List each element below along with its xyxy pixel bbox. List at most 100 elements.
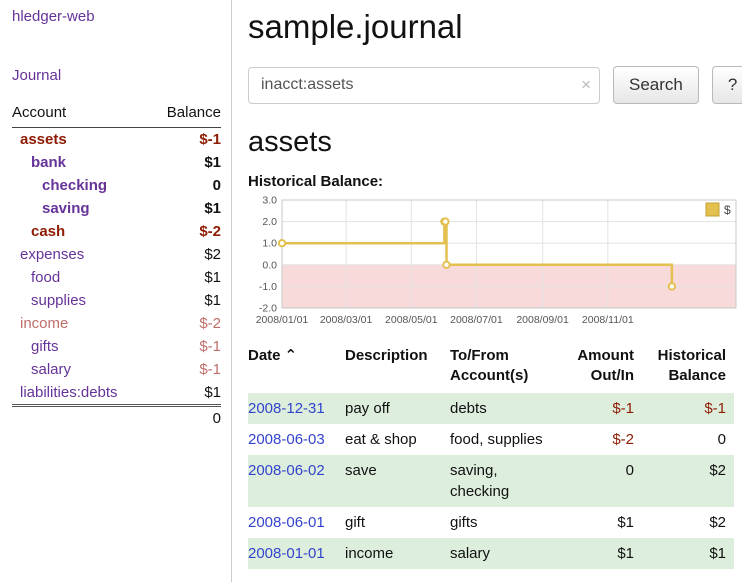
historical-balance-chart: 3.02.01.00.0-1.0-2.02008/01/012008/03/01… bbox=[248, 192, 742, 332]
search-box: × bbox=[248, 67, 600, 104]
svg-text:-2.0: -2.0 bbox=[259, 303, 277, 315]
register-row: 2008-06-02 savesaving, checking0$2 bbox=[248, 455, 734, 507]
account-link[interactable]: expenses bbox=[20, 246, 84, 263]
transaction-accounts: salary bbox=[450, 538, 560, 569]
account-row: supplies $1 bbox=[12, 289, 221, 312]
total-balance: 0 bbox=[150, 406, 221, 431]
transaction-date-link[interactable]: 2008-06-01 bbox=[248, 514, 325, 531]
search-input[interactable] bbox=[248, 67, 600, 104]
account-row: saving$1 bbox=[12, 197, 221, 220]
account-link[interactable]: liabilities:debts bbox=[20, 384, 118, 401]
transaction-date-cell: 2008-06-02 bbox=[248, 455, 345, 507]
account-link[interactable]: bank bbox=[31, 154, 66, 171]
transaction-date-cell: 2008-12-31 bbox=[248, 393, 345, 424]
transaction-balance: $-1 bbox=[642, 393, 734, 424]
clear-search-icon[interactable]: × bbox=[581, 75, 591, 95]
account-balance: $2 bbox=[150, 243, 221, 266]
transaction-description: income bbox=[345, 538, 450, 569]
transaction-balance: $1 bbox=[642, 538, 734, 569]
account-row: checking 0 bbox=[12, 174, 221, 197]
transaction-accounts: food, supplies bbox=[450, 424, 560, 455]
register-column-header[interactable]: Date⌃ bbox=[248, 342, 345, 393]
register-column-header: Description bbox=[345, 342, 450, 393]
help-button[interactable]: ? bbox=[712, 66, 742, 104]
account-tree-header: Account Balance bbox=[12, 100, 221, 128]
register-header-row: Date⌃DescriptionTo/From Account(s)Amount… bbox=[248, 342, 734, 393]
transaction-date-cell: 2008-01-01 bbox=[248, 538, 345, 569]
account-link[interactable]: cash bbox=[31, 223, 65, 240]
app-title-link[interactable]: hledger-web bbox=[12, 8, 221, 25]
transaction-description: eat & shop bbox=[345, 424, 450, 455]
account-balance: $1 bbox=[150, 289, 221, 312]
transaction-date-link[interactable]: 2008-12-31 bbox=[248, 400, 325, 417]
account-link[interactable]: assets bbox=[20, 131, 67, 148]
account-link[interactable]: gifts bbox=[31, 338, 59, 355]
svg-text:3.0: 3.0 bbox=[262, 195, 277, 207]
account-cell: assets bbox=[12, 128, 150, 152]
svg-text:2008/09/01: 2008/09/01 bbox=[516, 314, 569, 326]
svg-text:2008/05/01: 2008/05/01 bbox=[385, 314, 438, 326]
balance-column-header: Balance bbox=[150, 100, 221, 128]
account-link[interactable]: saving bbox=[42, 200, 90, 217]
account-cell: saving bbox=[12, 197, 150, 220]
transaction-accounts: saving, checking bbox=[450, 455, 560, 507]
transaction-balance: $2 bbox=[642, 507, 734, 538]
chart-title: Historical Balance: bbox=[248, 173, 742, 190]
account-balance: 0 bbox=[150, 174, 221, 197]
account-row: assets$-1 bbox=[12, 128, 221, 152]
account-tree-body: assets$-1bank$1checking0saving$1cash$-2e… bbox=[12, 128, 221, 406]
svg-text:-1.0: -1.0 bbox=[259, 281, 277, 293]
total-spacer bbox=[12, 406, 150, 431]
account-cell: expenses bbox=[12, 243, 150, 266]
svg-text:2008/01/01: 2008/01/01 bbox=[256, 314, 309, 326]
transaction-amount: $-1 bbox=[560, 393, 642, 424]
svg-text:2008/07/01: 2008/07/01 bbox=[450, 314, 503, 326]
register-row: 2008-12-31pay offdebts$-1$-1 bbox=[248, 393, 734, 424]
account-link[interactable]: salary bbox=[31, 361, 71, 378]
app-layout: hledger-web Journal Account Balance asse… bbox=[0, 0, 742, 582]
account-column-header: Account bbox=[12, 100, 150, 128]
register-column-header: Amount Out/In bbox=[560, 342, 642, 393]
account-link[interactable]: checking bbox=[42, 177, 107, 194]
transaction-amount: $1 bbox=[560, 538, 642, 569]
account-row: gifts$-1 bbox=[12, 335, 221, 358]
account-row: cash$-2 bbox=[12, 220, 221, 243]
transaction-amount: 0 bbox=[560, 455, 642, 507]
sort-ascending-icon[interactable]: ⌃ bbox=[285, 347, 298, 364]
account-cell: bank bbox=[12, 151, 150, 174]
account-row: liabilities:debts $1 bbox=[12, 381, 221, 406]
transaction-date-link[interactable]: 2008-06-02 bbox=[248, 462, 325, 479]
sidebar: hledger-web Journal Account Balance asse… bbox=[0, 0, 232, 582]
transaction-balance: $2 bbox=[642, 455, 734, 507]
transaction-amount: $-2 bbox=[560, 424, 642, 455]
transaction-description: gift bbox=[345, 507, 450, 538]
account-heading: assets bbox=[248, 126, 742, 159]
account-cell: cash bbox=[12, 220, 150, 243]
register-row: 2008-06-01giftgifts$1$2 bbox=[248, 507, 734, 538]
account-row: income $-2 bbox=[12, 312, 221, 335]
svg-text:2008/11/01: 2008/11/01 bbox=[582, 314, 634, 326]
main-content: sample.journal × Search ? assets Histori… bbox=[232, 0, 742, 582]
account-row: bank$1 bbox=[12, 151, 221, 174]
account-balance: $1 bbox=[150, 381, 221, 406]
transaction-date-cell: 2008-06-01 bbox=[248, 507, 345, 538]
account-link[interactable]: food bbox=[31, 269, 60, 286]
nav-journal-link[interactable]: Journal bbox=[12, 67, 221, 84]
transaction-date-link[interactable]: 2008-01-01 bbox=[248, 545, 325, 562]
svg-text:$: $ bbox=[724, 203, 731, 217]
account-balance: $1 bbox=[150, 266, 221, 289]
account-cell: checking bbox=[12, 174, 150, 197]
register-row: 2008-06-03eat & shopfood, supplies$-20 bbox=[248, 424, 734, 455]
account-link[interactable]: supplies bbox=[31, 292, 86, 309]
transaction-description: save bbox=[345, 455, 450, 507]
account-cell: food bbox=[12, 266, 150, 289]
transaction-date-cell: 2008-06-03 bbox=[248, 424, 345, 455]
transaction-date-link[interactable]: 2008-06-03 bbox=[248, 431, 325, 448]
account-link[interactable]: income bbox=[20, 315, 68, 332]
account-balance: $-2 bbox=[150, 312, 221, 335]
account-row: salary$-1 bbox=[12, 358, 221, 381]
register-row: 2008-01-01incomesalary$1$1 bbox=[248, 538, 734, 569]
search-button[interactable]: Search bbox=[613, 66, 699, 104]
account-cell: salary bbox=[12, 358, 150, 381]
transaction-accounts: gifts bbox=[450, 507, 560, 538]
